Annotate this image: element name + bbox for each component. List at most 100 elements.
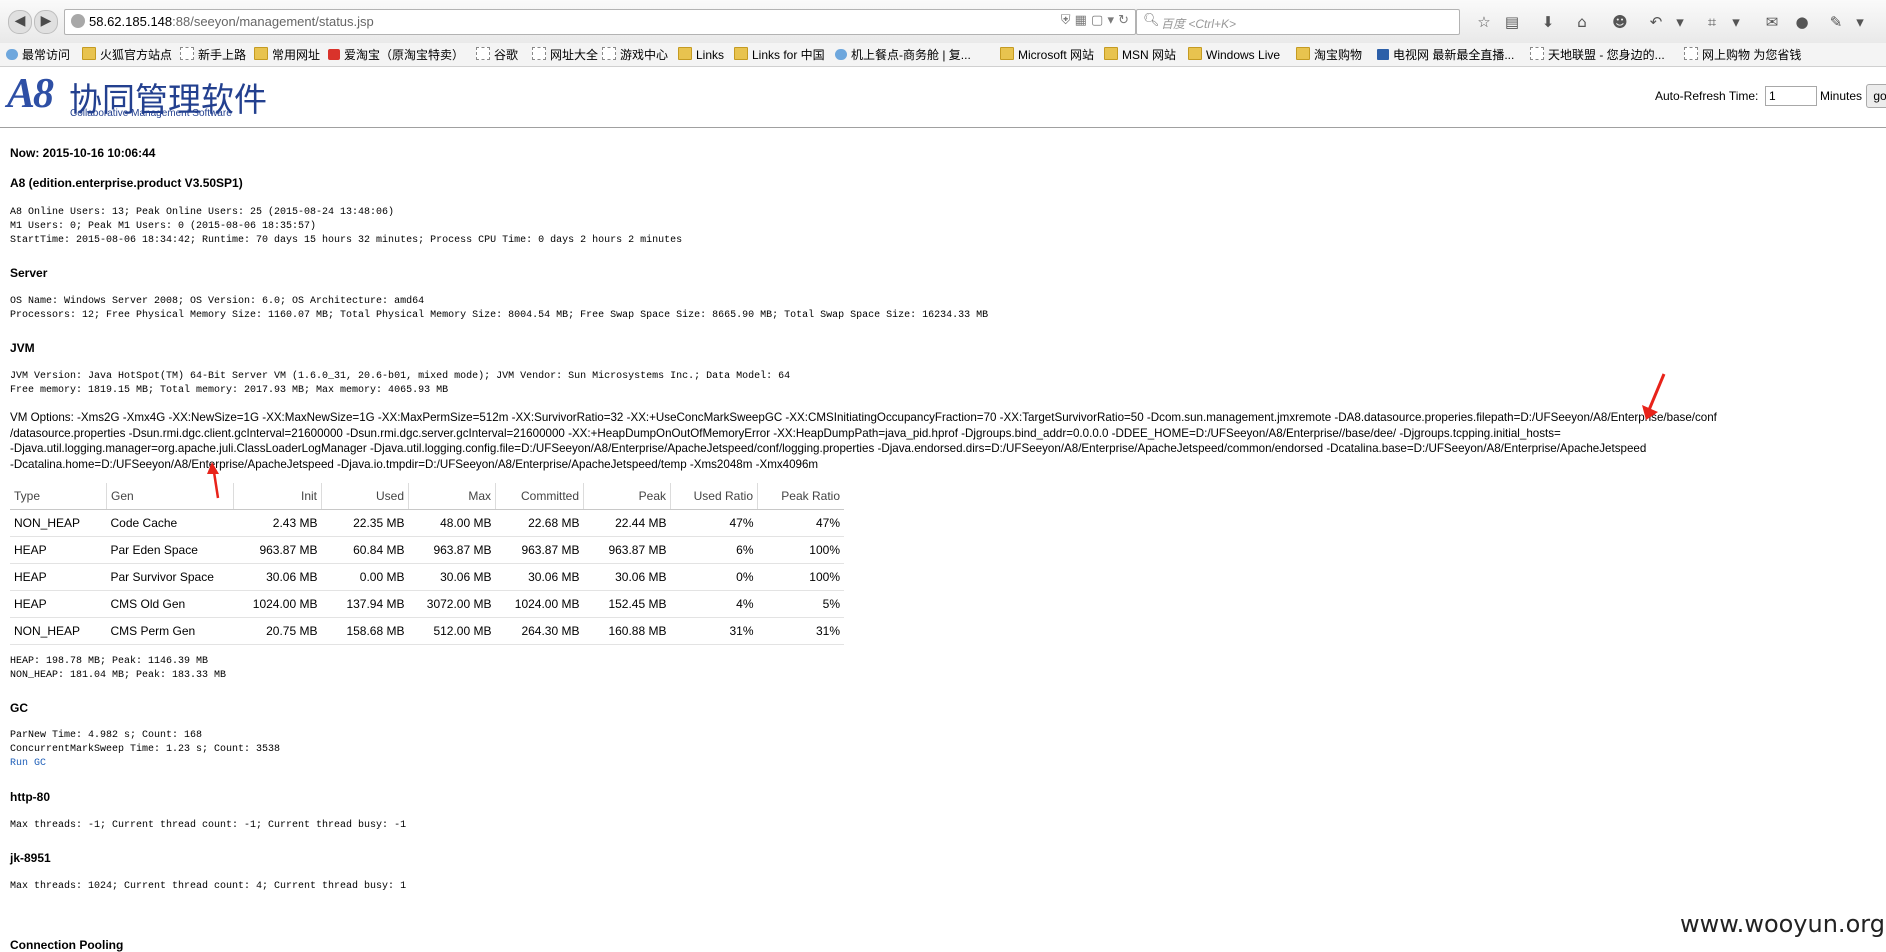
run-gc-link[interactable]: Run GC (10, 757, 280, 771)
table-cell: Par Survivor Space (106, 563, 234, 591)
folder-icon (1188, 47, 1202, 60)
bookmark-item[interactable]: Links (678, 47, 724, 63)
dropdown-icon[interactable]: ▾ (1670, 12, 1690, 32)
current-time: Now: 2015-10-16 10:06:44 (10, 146, 156, 160)
vm-options-line: VM Options: -Xms2G -Xmx4G -XX:NewSize=1G… (10, 411, 1717, 424)
bookmark-item[interactable]: 网上购物 为您省钱 (1684, 47, 1801, 63)
bookmark-label: 爱淘宝（原淘宝特卖） (344, 48, 465, 62)
bookmark-item[interactable]: Windows Live (1188, 47, 1280, 63)
address-bar[interactable]: 58.62.185.148:88/seeyon/management/statu… (64, 9, 1136, 35)
table-cell: 5% (757, 590, 844, 618)
undo-icon[interactable]: ↶ (1646, 12, 1666, 32)
table-cell: HEAP (10, 590, 107, 618)
column-header: Peak (583, 483, 671, 510)
table-cell: 4% (670, 590, 758, 618)
back-button[interactable]: ◀ (8, 10, 32, 34)
refresh-label: Auto-Refresh Time: (1655, 89, 1759, 103)
reading-list-icon[interactable]: ▤ (1502, 12, 1522, 32)
table-cell: HEAP (10, 563, 107, 591)
bookmark-label: Windows Live (1206, 48, 1281, 62)
header-divider (0, 127, 1886, 128)
message-icon[interactable]: ✉ (1762, 12, 1782, 32)
dropdown-icon[interactable]: ▾ (1726, 12, 1746, 32)
vm-options: VM Options: -Xms2G -Xmx4G -XX:NewSize=1G… (10, 410, 1717, 472)
bookmark-item[interactable]: 谷歌 (476, 47, 518, 63)
vm-options-line: -Dcatalina.home=D:/UFSeeyon/A8/Enterpris… (10, 457, 819, 471)
bookmark-item[interactable]: 游戏中心 (602, 47, 668, 63)
jvm-title: JVM (10, 341, 35, 355)
table-cell: 30.06 MB (408, 563, 496, 591)
bookmark-item[interactable]: 天地联盟 - 您身边的... (1530, 47, 1665, 63)
bookmark-item[interactable]: MSN 网站 (1104, 47, 1176, 63)
chat-icon[interactable]: ☻ (1610, 12, 1630, 32)
bookmark-item[interactable]: 电视网 最新最全直播... (1377, 47, 1514, 63)
table-cell: 48.00 MB (408, 509, 496, 537)
bookmark-label: 淘宝购物 (1314, 48, 1363, 62)
jk-connector-title: jk-8951 (10, 851, 51, 865)
bookmark-star-icon[interactable]: ☆ (1474, 12, 1494, 32)
table-cell: 0% (670, 563, 758, 591)
runtime-line: StartTime: 2015-08-06 18:34:42; Runtime:… (10, 235, 683, 246)
folder-icon (254, 47, 268, 60)
red-arrow-annotation (1642, 373, 1666, 420)
bookmark-item[interactable]: 淘宝购物 (1296, 47, 1362, 63)
table-cell: CMS Old Gen (106, 590, 234, 618)
home-icon[interactable]: ⌂ (1572, 12, 1592, 32)
tv-icon (1377, 49, 1389, 60)
parnew-line: ParNew Time: 4.982 s; Count: 168 (10, 730, 203, 741)
bookmark-item[interactable]: 爱淘宝（原淘宝特卖） (328, 47, 464, 63)
jvm-version-line: JVM Version: Java HotSpot(TM) 64-Bit Ser… (10, 371, 791, 382)
table-header-row: Type Gen Init Used Max Committed Peak Us… (10, 483, 844, 510)
search-box[interactable]: 🔍︎ 百度 <Ctrl+K> (1136, 9, 1460, 35)
table-cell: 0.00 MB (321, 563, 409, 591)
refresh-time-input[interactable] (1765, 86, 1817, 106)
download-icon[interactable]: ⬇ (1538, 12, 1558, 32)
table-cell: 6% (670, 536, 758, 564)
bookmark-item[interactable]: 新手上路 (180, 47, 246, 63)
page-icon (532, 47, 546, 60)
bookmark-label: 火狐官方站点 (100, 48, 173, 62)
bookmark-item[interactable]: 机上餐点-商务舱 | 复... (835, 47, 971, 63)
bookmark-label: 常用网址 (272, 48, 321, 62)
dropdown-icon[interactable]: ▾ (1850, 12, 1870, 32)
folder-icon (1104, 47, 1118, 60)
bookmark-item[interactable]: Microsoft 网站 (1000, 47, 1094, 63)
table-cell: 158.68 MB (321, 617, 409, 645)
bookmark-item[interactable]: 最常访问 (6, 47, 70, 63)
users-info: A8 Online Users: 13; Peak Online Users: … (10, 206, 682, 248)
bookmark-label: 谷歌 (494, 48, 519, 62)
cms-line: ConcurrentMarkSweep Time: 1.23 s; Count:… (10, 744, 281, 755)
site-info-icon[interactable] (71, 14, 85, 28)
bookmark-label: Links (696, 48, 725, 62)
folder-icon (1000, 47, 1014, 60)
logo-mark: A8 (7, 71, 54, 117)
bookmark-item[interactable]: 火狐官方站点 (82, 47, 172, 63)
table-cell: Code Cache (106, 509, 234, 537)
watermark: www.wooyun.org (1680, 910, 1885, 938)
column-header: Committed (495, 483, 584, 510)
connection-pooling-title: Connection Pooling (10, 938, 124, 952)
crop-icon[interactable]: ⌗ (1702, 12, 1722, 32)
gc-info: ParNew Time: 4.982 s; Count: 168 Concurr… (10, 729, 280, 771)
bookmark-label: 机上餐点-商务舱 | 复... (851, 48, 971, 62)
folder-icon (82, 47, 96, 60)
jk-connector-info: Max threads: 1024; Current thread count:… (10, 881, 407, 892)
bookmark-label: 游戏中心 (620, 48, 669, 62)
forward-button[interactable]: ▶ (34, 10, 58, 34)
table-cell: 963.87 MB (408, 536, 496, 564)
bookmark-item[interactable]: 网址大全 (532, 47, 598, 63)
bookmark-item[interactable]: Links for 中国 (734, 47, 825, 63)
table-cell: 100% (757, 536, 844, 564)
table-cell: 100% (757, 563, 844, 591)
table-cell: 30.06 MB (495, 563, 584, 591)
address-bar-tools[interactable]: ⛨ ▦ ▢ ▾ ↻ (1061, 13, 1129, 28)
bookmark-label: 天地联盟 - 您身边的... (1548, 48, 1665, 62)
tools-icon[interactable]: ✎ (1826, 12, 1846, 32)
table-cell: 22.68 MB (495, 509, 584, 537)
go-button[interactable]: go (1866, 84, 1886, 108)
bookmark-label: 最常访问 (22, 48, 71, 62)
addon-icon[interactable]: ● (1792, 12, 1812, 32)
page-icon (602, 47, 616, 60)
bookmark-item[interactable]: 常用网址 (254, 47, 320, 63)
red-icon (328, 49, 340, 60)
